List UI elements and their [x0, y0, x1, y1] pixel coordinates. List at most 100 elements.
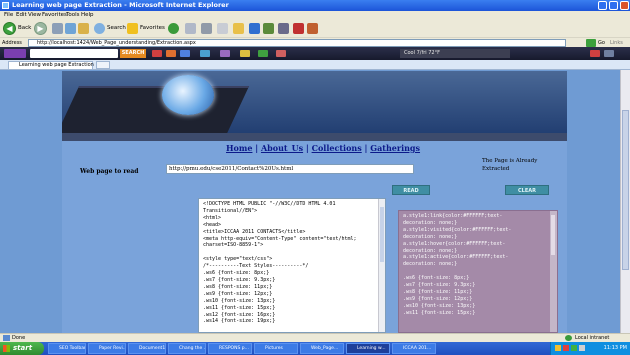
home-icon[interactable] — [78, 23, 89, 34]
css-scrollbar[interactable] — [550, 211, 557, 332]
clear-button[interactable]: CLEAR — [505, 185, 549, 195]
intranet-zone-icon — [565, 335, 572, 341]
page-scroll-thumb[interactable] — [622, 110, 629, 270]
window-title: Learning web page Extraction - Microsoft… — [12, 1, 229, 9]
status-done-text: Done — [12, 335, 26, 341]
refresh-icon[interactable] — [65, 23, 76, 34]
taskbar-item[interactable]: RESPONS p... — [208, 343, 252, 354]
tab-learning-web-page-extraction[interactable]: Learning web page Extraction — [8, 61, 94, 69]
tray-icon[interactable] — [555, 345, 561, 351]
read-button[interactable]: READ — [392, 185, 430, 195]
weather-widget[interactable]: Cool 7/fri 72°F — [400, 49, 510, 58]
maximize-button[interactable] — [609, 1, 618, 10]
taskbar-item-active[interactable]: Learning w... — [346, 343, 390, 354]
print-icon[interactable] — [201, 23, 212, 34]
css-output-textarea[interactable]: a.style1:link{color:#FFFFFF;text- decora… — [398, 210, 558, 333]
toolbar-extra-2-icon[interactable] — [307, 23, 318, 34]
css-output-text: a.style1:link{color:#FFFFFF;text- decora… — [403, 213, 512, 316]
nav-about-us-link[interactable]: About_Us — [261, 143, 303, 153]
toolbar-item-3-icon[interactable] — [180, 50, 190, 57]
taskbar-item[interactable]: Paper Revi... — [88, 343, 126, 354]
taskbar-item[interactable]: Document1 ... — [128, 343, 166, 354]
title-bar: Learning web page Extraction - Microsoft… — [0, 0, 630, 11]
back-label[interactable]: Back — [18, 25, 31, 31]
go-button[interactable] — [586, 39, 596, 47]
html-source-textarea[interactable]: <!DOCTYPE HTML PUBLIC "-//W3C//DTD HTML … — [198, 198, 386, 333]
toolbar-logo-icon[interactable] — [4, 49, 26, 58]
taskbar-item[interactable]: SEO Toolbar — [48, 343, 86, 354]
menu-edit[interactable]: Edit — [16, 12, 27, 18]
taskbar-item[interactable]: Chang the ... — [168, 343, 206, 354]
page-viewport: Home | About_Us | Collections | Gatherin… — [0, 70, 630, 333]
page-icon — [3, 335, 10, 341]
header-banner-image — [62, 71, 567, 133]
clock: 11:13 PM — [603, 345, 627, 351]
source-scrollbar[interactable] — [378, 199, 385, 332]
toolbar-item-6-icon[interactable] — [240, 50, 250, 57]
menu-file[interactable]: File — [4, 12, 13, 18]
address-label: Address — [2, 40, 22, 46]
web-page-to-read-label: Web page to read — [80, 168, 139, 175]
toolbar-item-10-icon[interactable] — [604, 50, 614, 57]
toolbar-item-4-icon[interactable] — [200, 50, 210, 57]
menu-favorites[interactable]: Favorites — [42, 12, 67, 18]
messenger-icon[interactable] — [263, 23, 274, 34]
taskbar-item[interactable]: ICCAA 201... — [392, 343, 436, 354]
windows-flag-icon — [3, 345, 10, 352]
tray-icon[interactable] — [571, 345, 577, 351]
folder-icon[interactable] — [233, 23, 244, 34]
system-tray: 11:13 PM — [550, 342, 630, 355]
search-icon[interactable] — [94, 23, 105, 34]
stop-icon[interactable] — [52, 23, 63, 34]
source-scroll-thumb[interactable] — [380, 207, 384, 262]
nav-collections-link[interactable]: Collections — [312, 143, 362, 153]
address-input[interactable]: http://localhost:1424/Web_Page_understan… — [28, 39, 566, 47]
toolbar-item-8-icon[interactable] — [276, 50, 286, 57]
menu-view[interactable]: View — [28, 12, 41, 18]
page-scrollbar[interactable] — [620, 70, 630, 333]
taskbar-item[interactable]: Web_Page... — [300, 343, 344, 354]
toolbar-item-7-icon[interactable] — [258, 50, 268, 57]
toolbar-search-input[interactable] — [30, 49, 118, 58]
search-label[interactable]: Search — [107, 25, 126, 31]
nav-home-link[interactable]: Home — [226, 143, 252, 153]
toolbar-search-button[interactable]: SEARCH — [120, 49, 146, 58]
web-page-url-input[interactable]: http://pmu.edu/cse2011/Contact%20Us.html — [166, 164, 414, 174]
navigation-toolbar: ◀ Back ▶ Search Favorites — [0, 20, 630, 37]
word-icon[interactable] — [249, 23, 260, 34]
site-navigation: Home | About_Us | Collections | Gatherin… — [226, 143, 421, 153]
ie-icon — [2, 2, 9, 9]
close-button[interactable] — [620, 1, 629, 10]
favorites-star-icon[interactable] — [127, 23, 138, 34]
go-label[interactable]: Go — [598, 40, 605, 46]
tray-icon[interactable] — [579, 345, 585, 351]
extraction-status-text: The Page is Already Extracted — [482, 158, 538, 172]
links-label[interactable]: Links — [610, 40, 623, 46]
research-icon[interactable] — [278, 23, 289, 34]
globe-image — [162, 75, 214, 115]
forward-arrow-icon[interactable]: ▶ — [34, 22, 47, 35]
security-zone-text: Local intranet — [575, 335, 610, 341]
menu-tools[interactable]: Tools — [66, 12, 80, 18]
minimize-button[interactable] — [598, 1, 607, 10]
toolbar-item-1-icon[interactable] — [152, 50, 162, 57]
mail-icon[interactable] — [185, 23, 196, 34]
toolbar-item-5-icon[interactable] — [220, 50, 230, 57]
favorites-label[interactable]: Favorites — [140, 25, 165, 31]
taskbar-item[interactable]: Pictures — [254, 343, 298, 354]
search-toolbar: SEARCH Cool 7/fri 72°F — [0, 47, 630, 60]
edit-icon[interactable] — [217, 23, 228, 34]
history-icon[interactable] — [168, 23, 179, 34]
tray-icon[interactable] — [563, 345, 569, 351]
nav-gatherings-link[interactable]: Gatherings — [370, 143, 420, 153]
css-scroll-thumb[interactable] — [551, 215, 555, 255]
new-tab-button[interactable] — [96, 61, 110, 69]
tab-bar: Learning web page Extraction — [0, 60, 630, 70]
menu-help[interactable]: Help — [81, 12, 94, 18]
toolbar-item-9-icon[interactable] — [590, 50, 600, 57]
keyboard-image — [62, 86, 250, 133]
toolbar-item-2-icon[interactable] — [166, 50, 176, 57]
back-arrow-icon[interactable]: ◀ — [3, 22, 16, 35]
start-button[interactable]: start — [0, 342, 44, 355]
toolbar-extra-icon[interactable] — [293, 23, 304, 34]
